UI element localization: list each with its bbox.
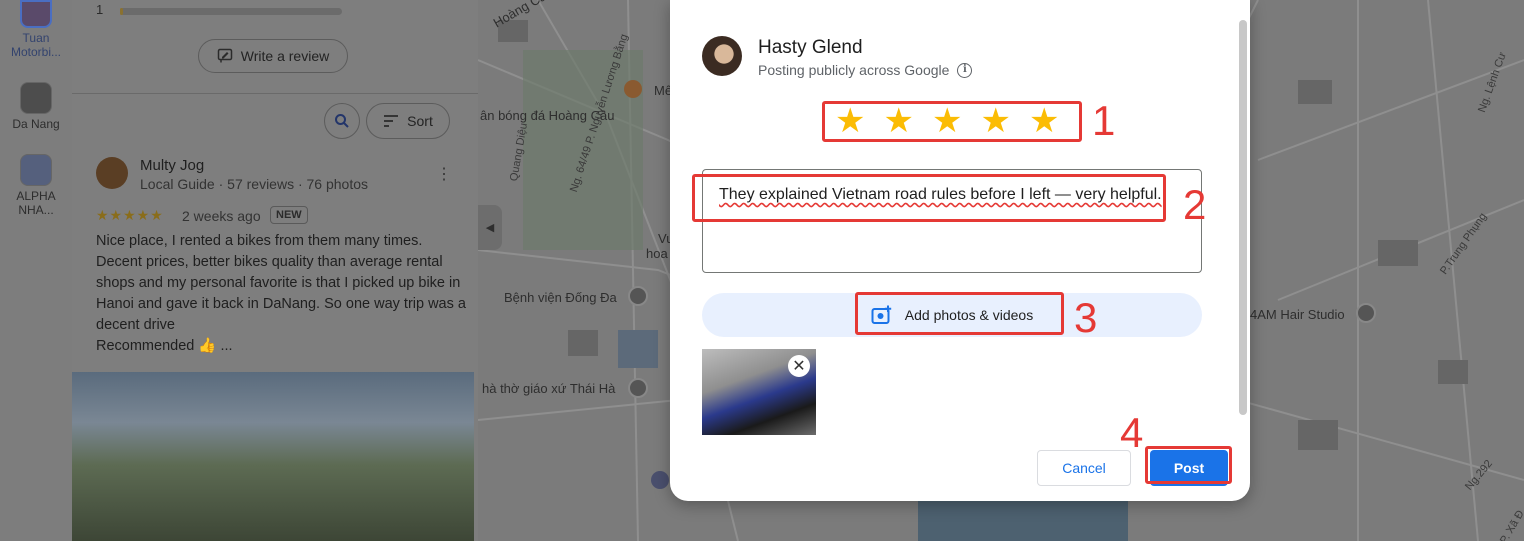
annotation-number: 1	[1092, 97, 1116, 144]
dialog-scrollbar[interactable]	[1239, 20, 1247, 415]
rail-item-label: Da Nang	[12, 117, 60, 131]
info-icon[interactable]: i	[957, 62, 973, 78]
user-avatar	[702, 36, 742, 76]
reviewer-name[interactable]: Multy Jog	[140, 157, 204, 174]
attached-photo[interactable]: ✕	[702, 349, 816, 435]
sort-button[interactable]: Sort	[366, 103, 450, 139]
sort-label: Sort	[407, 113, 433, 129]
review-body: Nice place, I rented a bikes from them m…	[96, 233, 466, 333]
sort-icon	[384, 115, 399, 127]
saved-places-rail: Tuan Motorbi... Da Nang ALPHA NHA...	[0, 0, 72, 541]
search-icon	[335, 114, 349, 128]
map-label: Bệnh viện Đống Đa	[504, 290, 617, 305]
annotation-box	[822, 101, 1082, 142]
rating-bar-fill	[120, 8, 123, 15]
rating-bar-label: 1	[96, 2, 104, 17]
reviewer-meta: Local Guide · 57 reviews · 76 photos	[140, 176, 369, 192]
rail-item-label: ALPHA	[16, 189, 56, 203]
place-details-panel: 1 Write a review Sort Multy Jog Local Gu…	[72, 0, 478, 541]
more-options-icon[interactable]: ⋮	[436, 164, 452, 184]
collapse-panel-button[interactable]: ◀	[478, 205, 502, 250]
write-review-label: Write a review	[240, 48, 330, 64]
place-thumbnail	[20, 0, 52, 28]
write-review-button[interactable]: Write a review	[198, 39, 348, 73]
map-label: hoa	[646, 246, 668, 261]
cancel-button[interactable]: Cancel	[1037, 450, 1131, 486]
annotation-number: 4	[1120, 409, 1144, 456]
rail-item-alpha[interactable]: ALPHA NHA...	[0, 154, 72, 217]
edit-review-icon	[217, 48, 233, 63]
new-badge: NEW	[270, 206, 308, 224]
place-thumbnail	[20, 154, 52, 186]
rail-item-label: Motorbi...	[10, 45, 61, 59]
review-text: Nice place, I rented a bikes from them m…	[96, 231, 466, 357]
posting-note: Posting publicly across Google i	[758, 62, 973, 78]
annotation-box	[692, 174, 1166, 222]
reviewer-avatar[interactable]	[96, 157, 128, 189]
close-icon[interactable]: ✕	[788, 355, 810, 377]
rail-item-da-nang[interactable]: Da Nang	[0, 82, 72, 131]
posting-note-text: Posting publicly across Google	[758, 62, 950, 78]
write-review-dialog: Hasty Glend Posting publicly across Goog…	[670, 0, 1250, 501]
review-stars: ★★★★★	[96, 207, 164, 223]
review-body-more[interactable]: Recommended 👍 ...	[96, 336, 466, 357]
user-name: Hasty Glend	[758, 37, 863, 58]
annotation-number: 2	[1183, 181, 1207, 228]
rail-item-label: NHA...	[18, 203, 54, 217]
divider	[72, 93, 478, 94]
review-photo[interactable]	[72, 372, 474, 541]
map-label: hà thờ giáo xứ Thái Hà	[482, 381, 616, 396]
rating-bar	[120, 8, 342, 15]
place-thumbnail	[20, 82, 52, 114]
review-time: 2 weeks ago	[182, 208, 261, 224]
chevron-left-icon: ◀	[485, 222, 495, 234]
map-label: 4AM Hair Studio	[1250, 307, 1345, 322]
rail-item-tuan-motorbike[interactable]: Tuan Motorbi...	[0, 0, 72, 59]
search-reviews-button[interactable]	[324, 103, 360, 139]
annotation-box	[855, 292, 1064, 335]
rail-item-label: Tuan	[22, 31, 50, 45]
annotation-number: 3	[1074, 294, 1098, 341]
annotation-box	[1145, 446, 1232, 484]
